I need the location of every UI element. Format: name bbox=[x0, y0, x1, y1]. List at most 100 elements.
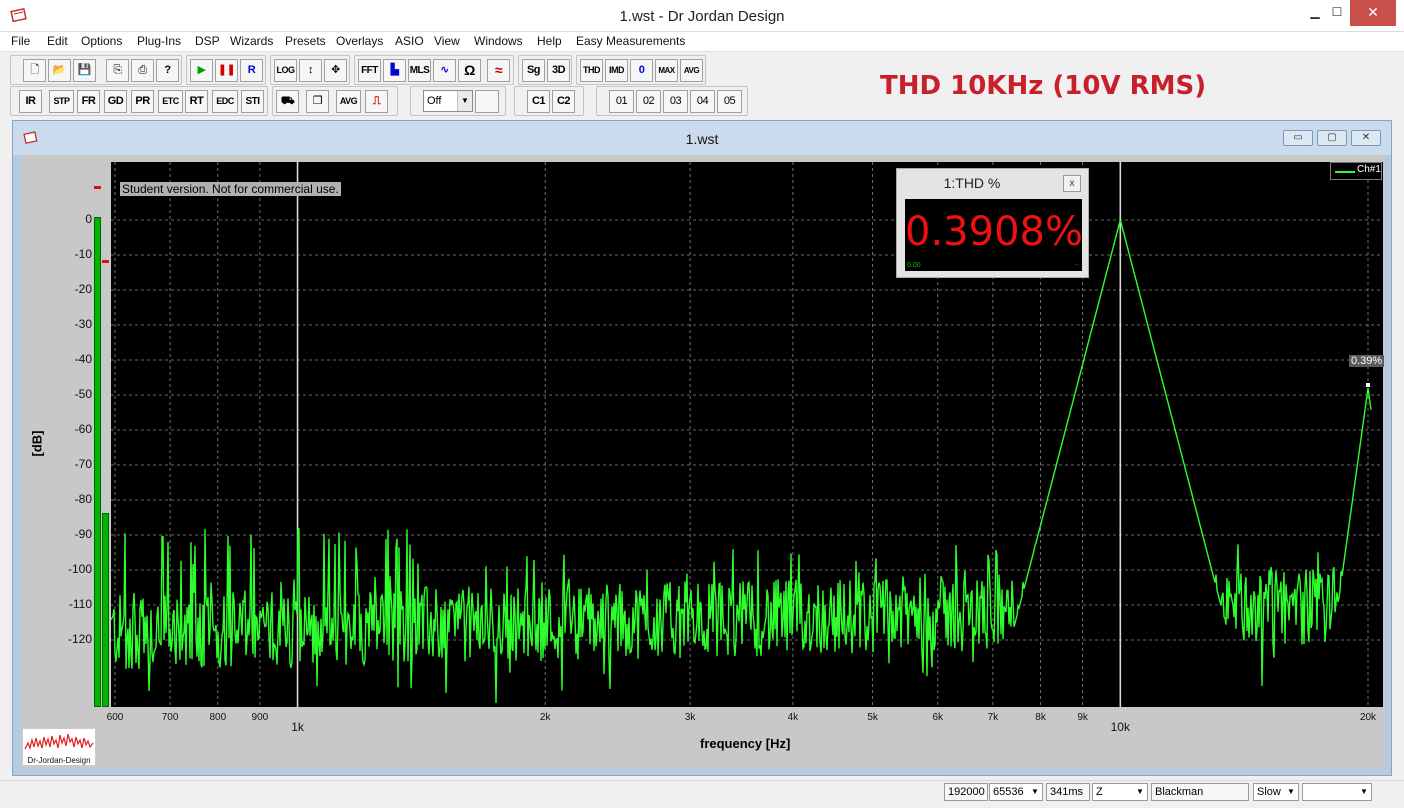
waveform-icon[interactable]: ≈ bbox=[487, 59, 510, 82]
open-folder-icon[interactable]: 📂 bbox=[48, 59, 71, 82]
maximize-button[interactable]: ☐ bbox=[1322, 0, 1352, 26]
avg-button[interactable]: AVG bbox=[336, 90, 361, 113]
pause-icon[interactable]: ❚❚ bbox=[215, 59, 238, 82]
window-copy-icon[interactable]: ❐ bbox=[306, 90, 329, 113]
gd-button[interactable]: GD bbox=[104, 90, 127, 113]
channel-1-button[interactable]: C1 bbox=[527, 90, 550, 113]
menu-asio[interactable]: ASIO bbox=[395, 34, 424, 48]
mls-button[interactable]: MLS bbox=[408, 59, 431, 82]
sweep-icon[interactable]: ∿ bbox=[433, 59, 456, 82]
3d-button[interactable]: 3D bbox=[547, 59, 570, 82]
step-response-icon[interactable]: ⎍ bbox=[365, 90, 388, 113]
record-button[interactable]: R bbox=[240, 59, 263, 82]
rt-button[interactable]: RT bbox=[185, 90, 208, 113]
legend[interactable]: Ch#1 bbox=[1330, 162, 1382, 180]
chevron-down-icon: ▼ bbox=[1287, 787, 1295, 796]
child-maximize-button[interactable]: ▢ bbox=[1317, 130, 1347, 146]
preset-04-button[interactable]: 04 bbox=[690, 90, 715, 113]
thd-min-label: 0.00 bbox=[907, 262, 921, 269]
stp-button[interactable]: STP bbox=[49, 90, 74, 113]
preset-02-button[interactable]: 02 bbox=[636, 90, 661, 113]
thd-button[interactable]: THD bbox=[580, 59, 603, 82]
save-icon[interactable]: 💾 bbox=[73, 59, 96, 82]
thd-meter-close-button[interactable]: x bbox=[1063, 175, 1081, 192]
bar-graph-icon[interactable]: ▙ bbox=[383, 59, 406, 82]
fft-button[interactable]: FFT bbox=[358, 59, 381, 82]
blank-button[interactable] bbox=[475, 90, 499, 113]
y-tick-label: 0 bbox=[85, 212, 92, 226]
off-select-value: Off bbox=[427, 95, 442, 107]
menu-presets[interactable]: Presets bbox=[285, 34, 326, 48]
menu-help[interactable]: Help bbox=[537, 34, 562, 48]
help-icon[interactable]: ? bbox=[156, 59, 179, 82]
extra-select[interactable]: ▼ bbox=[1302, 783, 1372, 801]
y-tick-label: -90 bbox=[74, 527, 92, 541]
weighting-select[interactable]: Z ▼ bbox=[1092, 783, 1148, 801]
y-tick-label: -110 bbox=[68, 597, 92, 611]
child-close-button[interactable]: ✕ bbox=[1351, 130, 1381, 146]
menu-windows[interactable]: Windows bbox=[474, 34, 523, 48]
annotation-title: THD 10KHz (10V RMS) bbox=[880, 71, 1207, 101]
fr-button[interactable]: FR bbox=[77, 90, 100, 113]
menu-plugins[interactable]: Plug-Ins bbox=[137, 34, 181, 48]
x-tick-label: 2k bbox=[539, 712, 551, 723]
log-scale-button[interactable]: LOG bbox=[274, 59, 297, 82]
menu-dsp[interactable]: DSP bbox=[195, 34, 220, 48]
ohm-icon[interactable]: Ω bbox=[458, 59, 481, 82]
duration-field: 341ms bbox=[1046, 783, 1090, 801]
preset-05-button[interactable]: 05 bbox=[717, 90, 742, 113]
sample-rate-field: 192000 bbox=[944, 783, 988, 801]
x-tick-label: 1k bbox=[291, 720, 304, 734]
close-button[interactable]: ✕ bbox=[1350, 0, 1396, 26]
print-icon[interactable]: ⎙ bbox=[131, 59, 154, 82]
menu-bar: File Edit Options Plug-Ins DSP Wizards P… bbox=[0, 32, 1404, 52]
pr-button[interactable]: PR bbox=[131, 90, 154, 113]
child-window-title: 1.wst bbox=[685, 131, 719, 147]
channel-2-button[interactable]: C2 bbox=[552, 90, 575, 113]
menu-wizards[interactable]: Wizards bbox=[230, 34, 273, 48]
x-tick-label: 8k bbox=[1035, 712, 1046, 723]
new-file-icon[interactable]: 🗋 bbox=[23, 59, 46, 82]
pan-icon[interactable]: ✥ bbox=[324, 59, 347, 82]
x-tick-label: 3k bbox=[684, 712, 696, 723]
logo-waveform-icon bbox=[24, 733, 94, 750]
toolkit-icon[interactable]: ⛟ bbox=[276, 90, 299, 113]
menu-options[interactable]: Options bbox=[81, 34, 122, 48]
etc-button[interactable]: ETC bbox=[158, 90, 183, 113]
spectrum-plot[interactable] bbox=[111, 162, 1393, 707]
copy-icon[interactable]: ⎘ bbox=[106, 59, 129, 82]
speed-select[interactable]: Slow ▼ bbox=[1253, 783, 1299, 801]
x-tick-label: 4k bbox=[787, 712, 799, 723]
main-title-bar: 1.wst - Dr Jordan Design ▁ ☐ ✕ bbox=[0, 0, 1404, 32]
menu-overlays[interactable]: Overlays bbox=[336, 34, 383, 48]
x-tick-label: 9k bbox=[1077, 712, 1088, 723]
thd-meter-window[interactable]: 1:THD % x 0.3908% 0.00 -- bbox=[896, 168, 1089, 278]
imd-button[interactable]: IMD bbox=[605, 59, 628, 82]
menu-file[interactable]: File bbox=[11, 34, 30, 48]
fft-size-select[interactable]: 65536 ▼ bbox=[989, 783, 1043, 801]
preset-03-button[interactable]: 03 bbox=[663, 90, 688, 113]
play-icon[interactable]: ▶ bbox=[190, 59, 213, 82]
ir-button[interactable]: IR bbox=[19, 90, 42, 113]
zero-button[interactable]: 0 bbox=[630, 59, 653, 82]
sti-button[interactable]: STI bbox=[241, 90, 264, 113]
child-minimize-button[interactable]: ▭ bbox=[1283, 130, 1313, 146]
peak-marker[interactable] bbox=[1366, 383, 1370, 387]
off-select[interactable]: Off ▼ bbox=[423, 90, 473, 112]
x-tick-label: 600 bbox=[106, 712, 124, 723]
vertical-zoom-icon[interactable]: ↕ bbox=[299, 59, 322, 82]
max-button[interactable]: MAX bbox=[655, 59, 678, 82]
menu-easy-measurements[interactable]: Easy Measurements bbox=[576, 34, 685, 48]
level-meter-bar-2 bbox=[102, 513, 109, 707]
menu-view[interactable]: View bbox=[434, 34, 460, 48]
signal-generator-button[interactable]: Sg bbox=[522, 59, 545, 82]
avg-toolbar-button[interactable]: AVG bbox=[680, 59, 703, 82]
preset-01-button[interactable]: 01 bbox=[609, 90, 634, 113]
marker-label: 0.39% bbox=[1349, 355, 1385, 367]
watermark-text: Student version. Not for commercial use. bbox=[120, 182, 341, 196]
child-title-bar: 1.wst ▭ ▢ ✕ bbox=[13, 121, 1391, 155]
level-meter-bar bbox=[94, 217, 101, 707]
menu-edit[interactable]: Edit bbox=[47, 34, 68, 48]
logo-text: Dr-Jordan-Design bbox=[27, 756, 91, 765]
edc-button[interactable]: EDC bbox=[212, 90, 238, 113]
